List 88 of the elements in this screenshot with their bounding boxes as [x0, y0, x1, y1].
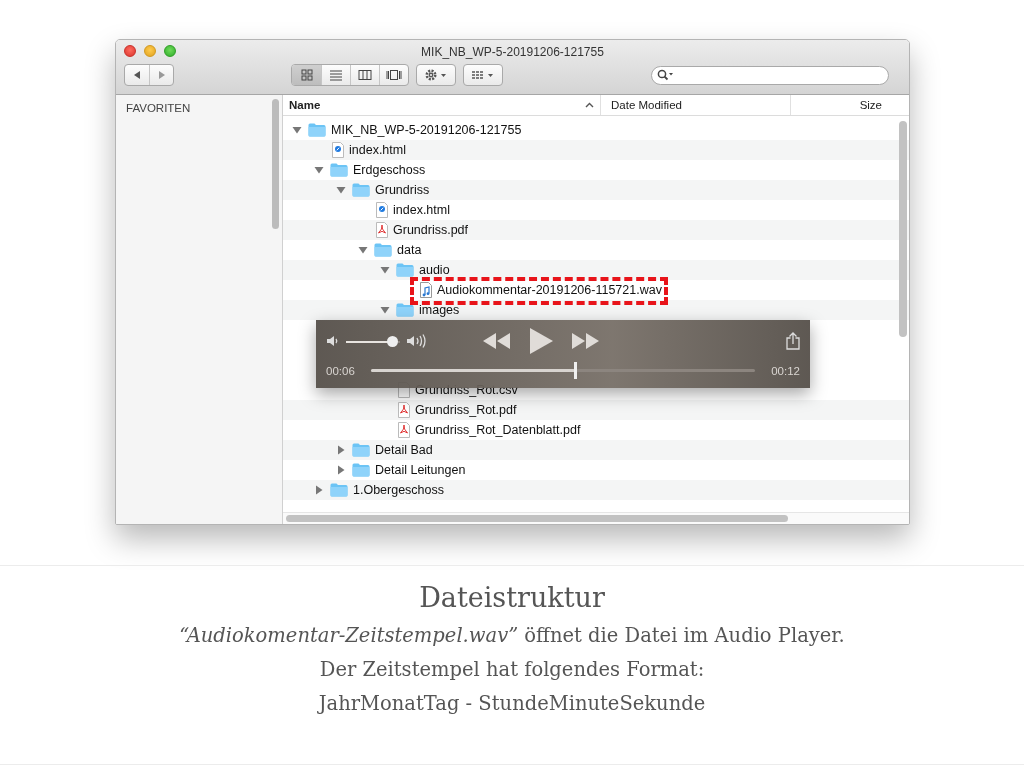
column-header[interactable]: Date Modified: [601, 95, 791, 115]
folder-icon: [396, 263, 414, 277]
arrange-grid-icon: [470, 69, 496, 81]
cover-flow-icon: [386, 69, 402, 81]
file-name: index.html: [349, 143, 406, 157]
play-button[interactable]: [528, 327, 554, 355]
expanded-triangle-icon[interactable]: [380, 265, 390, 275]
file-name: Grundriss_Rot.csv: [415, 383, 518, 397]
file-row[interactable]: Grundriss_Rot.pdf: [283, 400, 909, 420]
expanded-triangle-icon[interactable]: [336, 185, 346, 195]
gear-icon: [424, 68, 448, 82]
close-button[interactable]: [124, 45, 136, 57]
file-name: 1.Obergeschoss: [353, 483, 445, 497]
caption-text: JahrMonatTag - StundeMinuteSekunde: [318, 691, 706, 717]
fast-forward-icon: [570, 332, 600, 350]
volume-slider[interactable]: [346, 335, 400, 347]
file-name: Grundriss: [375, 183, 430, 197]
file-row[interactable]: 1.Obergeschoss: [283, 480, 909, 500]
expanded-triangle-icon[interactable]: [314, 165, 324, 175]
collapsed-triangle-icon[interactable]: [314, 485, 324, 495]
folder-icon: [352, 183, 370, 197]
column-header[interactable]: Name: [283, 95, 601, 115]
scrollbar[interactable]: [272, 99, 279, 229]
navigation-buttons[interactable]: [124, 64, 174, 86]
collapsed-triangle-icon[interactable]: [336, 465, 346, 475]
folder-icon: [352, 463, 370, 477]
file-name: Grundriss.pdf: [393, 223, 469, 237]
file-row[interactable]: images: [283, 300, 909, 320]
caption-text: “Audiokomentar-Zeitstempel.wav” öffnet die Datei im Audio Player.: [179, 623, 845, 649]
column-header[interactable]: Size: [791, 95, 888, 115]
file-name: audio: [419, 263, 450, 277]
rewind-button[interactable]: [482, 332, 512, 350]
sidebar-heading: FAVORITEN: [125, 101, 192, 114]
play-icon: [528, 327, 554, 355]
folder-icon: [308, 123, 326, 137]
view-mode-switcher[interactable]: [291, 64, 409, 86]
file-name: MIK_NB_WP-5-20191206-121755: [331, 123, 522, 137]
web-document-icon: [332, 142, 344, 158]
share-button[interactable]: [786, 332, 800, 350]
columns-icon: [358, 69, 372, 81]
fast-forward-button[interactable]: [570, 332, 600, 350]
file-row[interactable]: audio: [283, 260, 909, 280]
progress-slider[interactable]: [370, 362, 756, 379]
window-title: MIK_NB_WP-5-20191206-121755: [421, 45, 604, 59]
back-arrow-icon: [132, 70, 142, 80]
collapsed-triangle-icon[interactable]: [336, 445, 346, 455]
list-icon: [329, 69, 343, 81]
file-row[interactable]: Detail Bad: [283, 440, 909, 460]
file-row[interactable]: index.html: [283, 140, 909, 160]
file-row[interactable]: Grundriss: [283, 180, 909, 200]
folder-icon: [330, 163, 348, 177]
share-icon: [786, 332, 800, 350]
folder-icon: [396, 303, 414, 317]
caption-title: Dateistruktur: [419, 581, 605, 615]
file-name: index.html: [393, 203, 450, 217]
search-icon: [657, 69, 675, 81]
file-name: Grundriss_Rot_Datenblatt.pdf: [415, 423, 581, 437]
file-name: Erdgeschoss: [353, 163, 426, 177]
file-name: images: [419, 303, 460, 317]
folder-icon: [330, 483, 348, 497]
scrollbar[interactable]: [286, 515, 788, 522]
folder-icon: [374, 243, 392, 257]
remaining-time: 00:12: [771, 364, 800, 377]
file-row[interactable]: Grundriss.pdf: [283, 220, 909, 240]
file-name: data: [397, 243, 422, 257]
pdf-document-icon: [398, 422, 410, 438]
elapsed-time: 00:06: [326, 364, 355, 377]
action-menu-button[interactable]: [416, 64, 456, 86]
audio-file-icon: [420, 282, 432, 298]
file-name: Detail Bad: [375, 443, 433, 457]
forward-arrow-icon: [156, 70, 167, 80]
volume-low-icon: [326, 334, 340, 348]
icon-grid-icon: [300, 69, 313, 81]
search-field[interactable]: [651, 65, 889, 85]
file-name: Grundriss_Rot.pdf: [415, 403, 517, 417]
web-document-icon: [376, 202, 388, 218]
expanded-triangle-icon[interactable]: [358, 245, 368, 255]
pdf-document-icon: [376, 222, 388, 238]
arrange-menu-button[interactable]: [463, 64, 503, 86]
pdf-document-icon: [398, 402, 410, 418]
folder-icon: [352, 443, 370, 457]
scrollbar[interactable]: [899, 121, 907, 337]
expanded-triangle-icon[interactable]: [380, 305, 390, 315]
expanded-triangle-icon[interactable]: [292, 125, 302, 135]
rewind-icon: [482, 332, 512, 350]
zoom-button[interactable]: [164, 45, 176, 57]
file-name: Detail Leitungen: [375, 463, 466, 477]
caption-text: Der Zeitstempel hat folgendes Format:: [319, 657, 705, 683]
